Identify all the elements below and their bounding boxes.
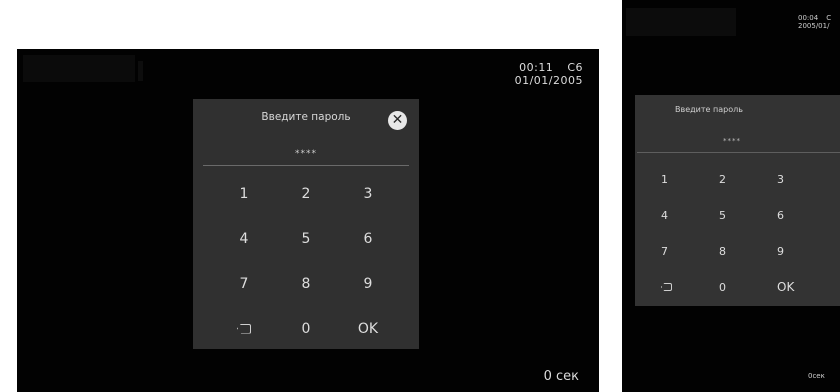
key-2[interactable]: 2 xyxy=(715,161,773,197)
key-6[interactable]: 6 xyxy=(773,197,837,233)
password-underline xyxy=(203,165,409,166)
password-underline xyxy=(637,152,840,153)
key-9[interactable]: 9 xyxy=(773,233,837,269)
close-icon: ✕ xyxy=(391,112,404,128)
close-button[interactable]: ✕ xyxy=(388,111,407,130)
landscape-screen: 00:11 C6 01/01/2005 Введите пароль ✕ ***… xyxy=(17,49,599,392)
logo-mark xyxy=(138,61,143,81)
key-3[interactable]: 3 xyxy=(337,171,399,216)
key-5[interactable]: 5 xyxy=(715,197,773,233)
key-0[interactable]: 0 xyxy=(715,269,773,305)
key-4[interactable]: 4 xyxy=(213,216,275,261)
password-dialog: Введите пароль ✕ **** 1 2 3 4 5 6 7 8 9 … xyxy=(193,99,419,349)
backspace-icon xyxy=(237,323,251,334)
clock-time: 00:11 xyxy=(519,61,554,74)
clock-day: C xyxy=(826,14,832,22)
key-4[interactable]: 4 xyxy=(657,197,715,233)
key-1[interactable]: 1 xyxy=(213,171,275,216)
clock-date: 2005/01/ xyxy=(798,22,830,30)
password-dialog: Введите пароль **** 1 2 3 4 5 6 7 8 9 0 … xyxy=(635,95,840,306)
ok-button[interactable]: OK xyxy=(773,269,837,305)
password-field[interactable]: **** xyxy=(193,149,419,159)
ok-button[interactable]: OK xyxy=(337,306,399,351)
dialog-title: Введите пароль xyxy=(261,111,351,123)
key-1[interactable]: 1 xyxy=(657,161,715,197)
logo-placeholder xyxy=(626,8,736,36)
keypad: 1 2 3 4 5 6 7 8 9 0 OK xyxy=(657,161,837,305)
timer-label: 0 сек xyxy=(543,369,579,384)
clock: 00:04 C 2005/01/ xyxy=(798,14,831,30)
clock-date: 01/01/2005 xyxy=(514,74,583,87)
backspace-icon xyxy=(661,283,672,291)
dialog-title: Введите пароль xyxy=(675,105,743,114)
key-7[interactable]: 7 xyxy=(657,233,715,269)
timer-label: 0сек xyxy=(808,372,825,380)
portrait-screen: 00:04 C 2005/01/ Введите пароль **** 1 2… xyxy=(622,0,840,392)
backspace-button[interactable] xyxy=(213,306,275,351)
backspace-button[interactable] xyxy=(657,269,715,305)
key-8[interactable]: 8 xyxy=(715,233,773,269)
key-9[interactable]: 9 xyxy=(337,261,399,306)
key-6[interactable]: 6 xyxy=(337,216,399,261)
logo-placeholder xyxy=(23,55,135,82)
keypad: 1 2 3 4 5 6 7 8 9 0 OK xyxy=(213,171,399,351)
password-field[interactable]: **** xyxy=(723,137,741,145)
key-3[interactable]: 3 xyxy=(773,161,837,197)
clock-day: C6 xyxy=(567,61,583,74)
clock: 00:11 C6 01/01/2005 xyxy=(515,61,583,87)
clock-time: 00:04 xyxy=(798,14,819,22)
key-5[interactable]: 5 xyxy=(275,216,337,261)
key-2[interactable]: 2 xyxy=(275,171,337,216)
key-8[interactable]: 8 xyxy=(275,261,337,306)
key-7[interactable]: 7 xyxy=(213,261,275,306)
key-0[interactable]: 0 xyxy=(275,306,337,351)
